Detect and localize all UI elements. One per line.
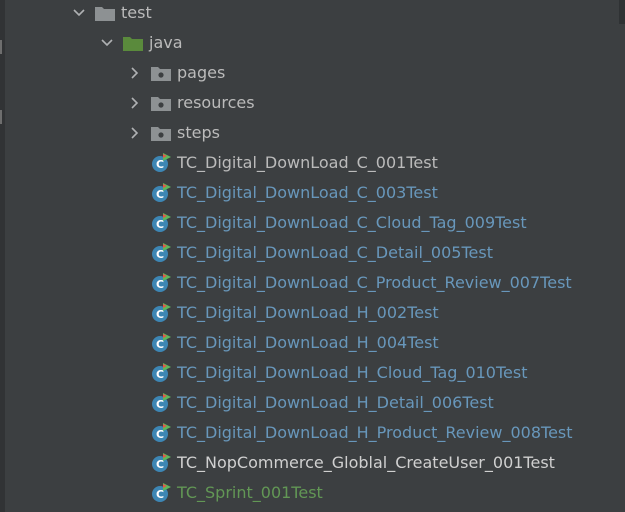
package-label: resources [177, 93, 255, 112]
test-class-icon: C [151, 448, 173, 478]
package-label: pages [177, 63, 226, 82]
svg-text:C: C [156, 278, 164, 291]
tree-node-package[interactable]: resources [5, 88, 619, 118]
class-label: TC_Digital_DownLoad_H_004Test [177, 333, 439, 352]
folder-label: java [149, 33, 183, 52]
test-class-icon: C [151, 388, 173, 418]
tree-node-test-class[interactable]: C TC_Digital_DownLoad_C_003Test [5, 178, 619, 208]
test-class-icon: C [151, 178, 173, 208]
chevron-right-icon[interactable] [129, 58, 141, 88]
tree-node-test-class[interactable]: C TC_Sprint_001Test [5, 478, 619, 508]
tree-node-test-class[interactable]: C TC_Digital_DownLoad_H_002Test [5, 298, 619, 328]
svg-text:C: C [156, 488, 164, 501]
tree-node-java[interactable]: java [5, 28, 619, 58]
test-class-icon: C [151, 418, 173, 448]
test-class-icon: C [151, 328, 173, 358]
tree-node-package[interactable]: steps [5, 118, 619, 148]
class-label: TC_Digital_DownLoad_C_003Test [177, 183, 438, 202]
tree-node-test-class[interactable]: C TC_Digital_DownLoad_H_Product_Review_00… [5, 418, 619, 448]
test-class-icon: C [151, 148, 173, 178]
class-label: TC_Digital_DownLoad_H_Detail_006Test [177, 393, 494, 412]
tree-node-test-class[interactable]: C TC_Digital_DownLoad_C_Detail_005Test [5, 238, 619, 268]
folder-icon [95, 0, 117, 28]
class-label: TC_Digital_DownLoad_C_001Test [177, 153, 438, 172]
svg-text:C: C [156, 368, 164, 381]
svg-text:C: C [156, 458, 164, 471]
class-label: TC_Digital_DownLoad_H_Cloud_Tag_010Test [177, 363, 528, 382]
test-class-icon: C [151, 268, 173, 298]
chevron-down-icon[interactable] [101, 28, 113, 58]
chevron-right-icon[interactable] [129, 88, 141, 118]
svg-text:C: C [156, 338, 164, 351]
gutter-marker [0, 110, 2, 124]
package-label: steps [177, 123, 220, 142]
source-root-folder-icon [123, 28, 145, 58]
svg-text:C: C [156, 398, 164, 411]
svg-text:C: C [156, 308, 164, 321]
svg-text:C: C [156, 428, 164, 441]
tree-node-test-class[interactable]: C TC_NopCommerce_Globlal_CreateUser_001Te… [5, 448, 619, 478]
test-class-icon: C [151, 478, 173, 508]
svg-text:C: C [156, 218, 164, 231]
package-icon [151, 58, 173, 88]
class-label: TC_Digital_DownLoad_H_Product_Review_008… [177, 423, 573, 442]
test-class-icon: C [151, 238, 173, 268]
gutter-marker [0, 40, 2, 54]
class-label: TC_NopCommerce_Globlal_CreateUser_001Tes… [177, 453, 555, 472]
chevron-down-icon[interactable] [73, 0, 85, 28]
svg-text:C: C [156, 248, 164, 261]
tree-node-test-class[interactable]: C TC_Digital_DownLoad_H_004Test [5, 328, 619, 358]
svg-text:C: C [156, 158, 164, 171]
class-label: TC_Digital_DownLoad_H_002Test [177, 303, 439, 322]
vertical-scrollbar[interactable] [619, 0, 625, 512]
project-tree[interactable]: test java pages resources steps C TC_Dig… [5, 0, 619, 512]
tree-node-test[interactable]: test [5, 0, 619, 28]
class-label: TC_Sprint_001Test [177, 483, 323, 502]
package-icon [151, 88, 173, 118]
tree-node-test-class[interactable]: C TC_Digital_DownLoad_C_001Test [5, 148, 619, 178]
tree-node-test-class[interactable]: C TC_Digital_DownLoad_H_Cloud_Tag_010Test [5, 358, 619, 388]
test-class-icon: C [151, 208, 173, 238]
tree-node-package[interactable]: pages [5, 58, 619, 88]
test-class-icon: C [151, 358, 173, 388]
scrollbar-thumb[interactable] [619, 0, 625, 24]
chevron-right-icon[interactable] [129, 118, 141, 148]
svg-text:C: C [156, 188, 164, 201]
package-icon [151, 118, 173, 148]
tree-node-test-class[interactable]: C TC_Digital_DownLoad_H_Detail_006Test [5, 388, 619, 418]
folder-label: test [121, 3, 152, 22]
test-class-icon: C [151, 298, 173, 328]
tree-node-test-class[interactable]: C TC_Digital_DownLoad_C_Product_Review_00… [5, 268, 619, 298]
class-label: TC_Digital_DownLoad_C_Product_Review_007… [177, 273, 572, 292]
tree-node-test-class[interactable]: C TC_Digital_DownLoad_C_Cloud_Tag_009Test [5, 208, 619, 238]
class-label: TC_Digital_DownLoad_C_Detail_005Test [177, 243, 493, 262]
class-label: TC_Digital_DownLoad_C_Cloud_Tag_009Test [177, 213, 527, 232]
